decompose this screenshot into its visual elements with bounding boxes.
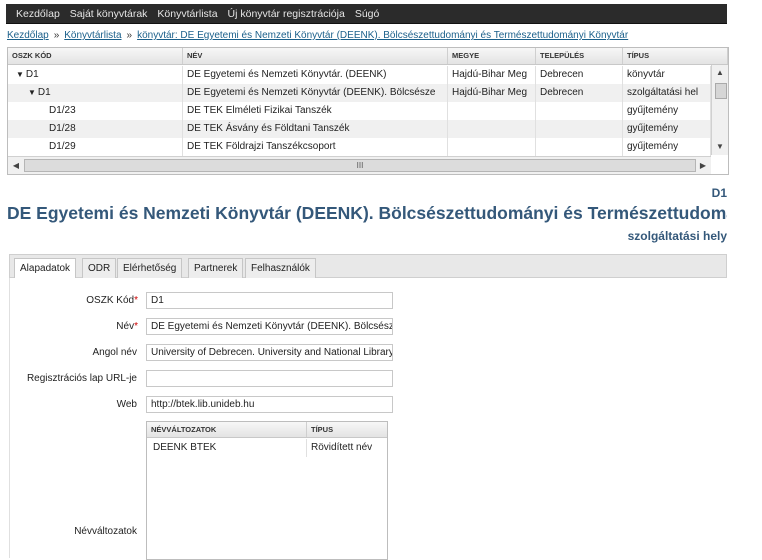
cell-city: Debrecen xyxy=(536,66,623,84)
expand-triangle-icon[interactable]: ▼ xyxy=(28,88,36,97)
oszk-code-label: OSZK Kód* xyxy=(20,295,138,306)
cell-city xyxy=(536,102,623,120)
library-type-heading: szolgáltatási hely xyxy=(627,229,727,243)
cell-county xyxy=(448,102,536,120)
column-header-name-variants[interactable]: NÉVVÁLTOZATOK xyxy=(147,422,307,437)
column-header-code[interactable]: OSZK KÓD xyxy=(8,48,183,64)
cell-name: DE Egyetemi és Nemzeti Könyvtár. (DEENK) xyxy=(183,66,448,84)
code-text: D1 xyxy=(25,69,39,80)
vertical-scroll-thumb[interactable] xyxy=(715,83,727,99)
column-header-city[interactable]: TELEPÜLÉS xyxy=(536,48,623,64)
tab-odr[interactable]: ODR xyxy=(82,258,117,278)
top-navigation-bar: Kezdőlap Saját könyvtárak Könyvtárlista … xyxy=(6,4,727,24)
cell-city xyxy=(536,138,623,156)
cell-variant-name: DEENK BTEK xyxy=(147,439,307,457)
variants-grid-header: NÉVVÁLTOZATOK TÍPUS xyxy=(147,422,387,438)
cell-code: D1/28 xyxy=(8,120,183,138)
registration-url-field[interactable] xyxy=(146,370,393,387)
table-row[interactable]: DEENK BTEK Rövidített név xyxy=(147,439,387,457)
nav-my-libraries[interactable]: Saját könyvtárak xyxy=(70,8,148,20)
table-row[interactable]: ▼ D1 DE Egyetemi és Nemzeti Könyvtár. (DE… xyxy=(8,66,711,84)
cell-variant-type: Rövidített név xyxy=(311,442,373,453)
column-header-county[interactable]: MEGYE xyxy=(448,48,536,64)
breadcrumb-library-list[interactable]: Könyvtárlista xyxy=(64,30,121,41)
nav-new-library-registration[interactable]: Új könyvtár regisztrációja xyxy=(228,8,345,20)
cell-name: DE TEK Ásvány és Földtani Tanszék xyxy=(183,120,448,138)
cell-city xyxy=(536,120,623,138)
column-header-variant-type[interactable]: TÍPUS xyxy=(307,422,387,437)
oszk-code-field[interactable]: D1 xyxy=(146,292,393,309)
cell-code: ▼ D1 xyxy=(8,66,183,84)
english-name-label: Angol név xyxy=(92,347,137,358)
tab-basic-data[interactable]: Alapadatok xyxy=(14,258,77,279)
cell-city: Debrecen xyxy=(536,84,623,102)
tab-contact[interactable]: Elérhetőség xyxy=(117,258,183,278)
cell-county xyxy=(448,138,536,156)
horizontal-scrollbar[interactable]: ◀ III ▶ xyxy=(8,156,711,174)
tab-partners[interactable]: Partnerek xyxy=(188,258,244,278)
cell-county: Hajdú-Bihar Meg xyxy=(448,84,536,102)
library-tree-grid: OSZK KÓD NÉV MEGYE TELEPÜLÉS TÍPUS ▼ D1 D… xyxy=(7,47,729,175)
cell-county xyxy=(448,120,536,138)
name-variants-grid: NÉVVÁLTOZATOK TÍPUS DEENK BTEK Rövidítet… xyxy=(146,421,388,560)
cell-type: gyűjtemény xyxy=(623,102,711,120)
cell-type: szolgáltatási hel xyxy=(623,84,711,102)
breadcrumb: Kezdőlap » Könyvtárlista » könyvtár: DE Egye… xyxy=(7,30,628,41)
detail-tabs: Alapadatok ODR Elérhetőség Partnerek Fel… xyxy=(9,254,727,279)
cell-name: DE TEK Földrajzi Tanszékcsoport xyxy=(183,138,448,156)
vertical-scrollbar[interactable]: ▲ ▼ xyxy=(711,65,728,155)
name-variants-label: Névváltozatok xyxy=(74,526,137,537)
label-text: Név xyxy=(116,321,135,332)
name-field[interactable]: DE Egyetemi és Nemzeti Könyvtár (DEENK).… xyxy=(146,318,393,335)
table-row[interactable]: D1/28 DE TEK Ásvány és Földtani Tanszék … xyxy=(8,120,711,138)
required-mark: * xyxy=(134,295,138,306)
cell-code: ▼ D1 xyxy=(8,84,183,102)
scroll-left-arrow-icon[interactable]: ◀ xyxy=(8,157,24,174)
library-code-heading: D1 xyxy=(711,186,727,200)
column-header-type[interactable]: TÍPUS xyxy=(623,48,728,64)
cell-name: DE Egyetemi és Nemzeti Könyvtár (DEENK).… xyxy=(183,84,448,102)
column-header-name[interactable]: NÉV xyxy=(183,48,448,64)
code-text: D1 xyxy=(37,87,51,98)
cell-type: gyűjtemény xyxy=(623,138,711,156)
breadcrumb-current-library[interactable]: könyvtár: DE Egyetemi és Nemzeti Könyvtá… xyxy=(137,30,628,41)
english-name-field[interactable]: University of Debrecen. University and N… xyxy=(146,344,393,361)
cell-type: könyvtár xyxy=(623,66,711,84)
cell-type: gyűjtemény xyxy=(623,120,711,138)
required-mark: * xyxy=(134,321,138,332)
web-label: Web xyxy=(116,399,137,410)
horizontal-scroll-thumb[interactable]: III xyxy=(24,159,696,172)
cell-code: D1/23 xyxy=(8,102,183,120)
name-label: Név* xyxy=(20,321,138,332)
scroll-down-arrow-icon[interactable]: ▼ xyxy=(712,139,728,155)
breadcrumb-separator: » xyxy=(126,30,133,41)
tab-users[interactable]: Felhasználók xyxy=(245,258,316,278)
nav-library-list[interactable]: Könyvtárlista xyxy=(157,8,217,20)
expand-triangle-icon[interactable]: ▼ xyxy=(16,70,24,79)
table-row[interactable]: D1/23 DE TEK Elméleti Fizikai Tanszék gy… xyxy=(8,102,711,120)
table-row[interactable]: ▼ D1 DE Egyetemi és Nemzeti Könyvtár (DEE… xyxy=(8,84,711,102)
registration-url-label: Regisztrációs lap URL-je xyxy=(26,373,137,384)
scroll-right-arrow-icon[interactable]: ▶ xyxy=(695,157,711,174)
breadcrumb-separator: » xyxy=(53,30,60,41)
table-row[interactable]: D1/29 DE TEK Földrajzi Tanszékcsoport gy… xyxy=(8,138,711,156)
breadcrumb-home[interactable]: Kezdőlap xyxy=(7,30,49,41)
cell-county: Hajdú-Bihar Meg xyxy=(448,66,536,84)
cell-code: D1/29 xyxy=(8,138,183,156)
label-text: OSZK Kód xyxy=(86,295,135,306)
grid-header: OSZK KÓD NÉV MEGYE TELEPÜLÉS TÍPUS xyxy=(8,48,728,65)
web-field[interactable]: http://btek.lib.unideb.hu xyxy=(146,396,393,413)
cell-name: DE TEK Elméleti Fizikai Tanszék xyxy=(183,102,448,120)
library-title: DE Egyetemi és Nemzeti Könyvtár (DEENK).… xyxy=(7,203,727,223)
scroll-up-arrow-icon[interactable]: ▲ xyxy=(712,65,728,81)
nav-help[interactable]: Súgó xyxy=(355,8,380,20)
nav-home[interactable]: Kezdőlap xyxy=(16,8,60,20)
